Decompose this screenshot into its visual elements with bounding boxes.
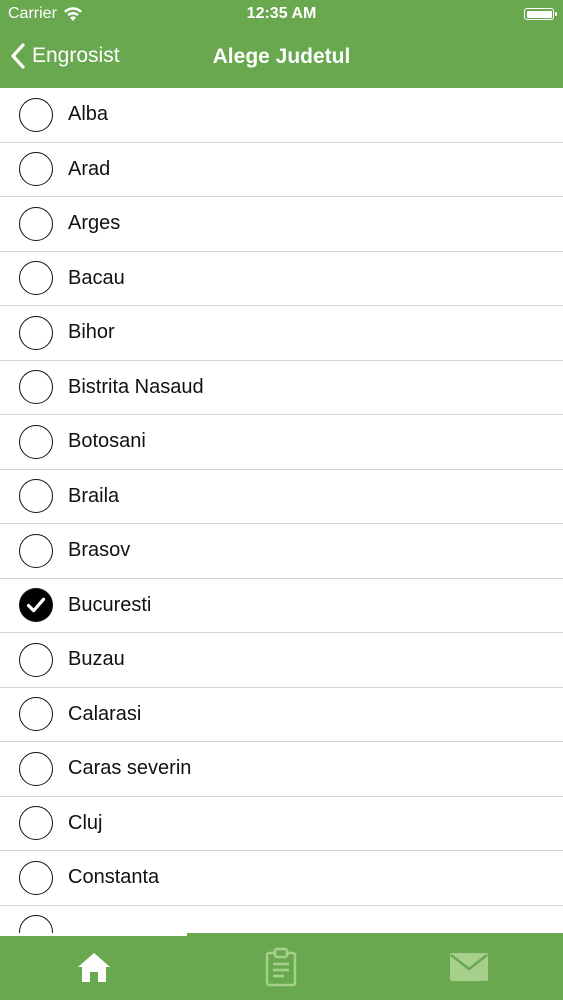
- tab-bar: [0, 933, 563, 1000]
- county-label: Bucuresti: [68, 593, 152, 616]
- radio-unchecked-icon[interactable]: [19, 424, 53, 459]
- county-list[interactable]: Alba Arad Arges Bacau Bihor Bistrita Nasaud Bo…: [0, 88, 563, 933]
- status-time: 12:35 AM: [246, 5, 317, 22]
- clipboard-icon: [266, 947, 297, 986]
- radio-unchecked-icon[interactable]: [19, 806, 53, 841]
- county-label: Calarasi: [68, 702, 142, 725]
- county-label: Bacau: [68, 266, 125, 289]
- radio-unchecked-icon[interactable]: [19, 915, 53, 933]
- radio-unchecked-icon[interactable]: [19, 533, 53, 568]
- county-row[interactable]: Bacau: [0, 252, 563, 306]
- county-row[interactable]: Bucuresti: [0, 579, 563, 633]
- county-row[interactable]: Arges: [0, 197, 563, 252]
- county-row[interactable]: Caras severin: [0, 742, 563, 797]
- tab-mail[interactable]: [375, 933, 563, 1000]
- county-row[interactable]: Constanta: [0, 851, 563, 906]
- radio-unchecked-icon[interactable]: [19, 315, 53, 350]
- county-row[interactable]: [0, 906, 563, 933]
- county-row[interactable]: Bistrita Nasaud: [0, 361, 563, 415]
- radio-unchecked-icon[interactable]: [19, 860, 53, 895]
- county-label: Braila: [68, 484, 120, 507]
- radio-unchecked-icon[interactable]: [19, 261, 53, 296]
- radio-unchecked-icon[interactable]: [19, 152, 53, 187]
- county-row[interactable]: Brasov: [0, 524, 563, 579]
- radio-unchecked-icon[interactable]: [19, 697, 53, 732]
- radio-unchecked-icon[interactable]: [19, 97, 53, 132]
- county-row[interactable]: Braila: [0, 470, 563, 524]
- county-row[interactable]: Calarasi: [0, 688, 563, 742]
- county-label: Arges: [68, 212, 121, 235]
- county-label: Arad: [68, 157, 111, 180]
- county-row[interactable]: Arad: [0, 143, 563, 197]
- home-icon: [77, 952, 110, 982]
- radio-unchecked-icon[interactable]: [19, 642, 53, 677]
- radio-unchecked-icon[interactable]: [19, 206, 53, 241]
- county-label: Bistrita Nasaud: [68, 375, 204, 398]
- radio-unchecked-icon[interactable]: [19, 751, 53, 786]
- back-button-label: Engrosist: [32, 44, 120, 67]
- county-label: Bihor: [68, 321, 115, 344]
- tab-home[interactable]: [0, 933, 188, 1000]
- county-row[interactable]: Bihor: [0, 306, 563, 361]
- back-button[interactable]: Engrosist: [10, 43, 120, 69]
- navigation-bar: Engrosist Alege Judetul: [0, 30, 563, 87]
- county-label: Buzau: [68, 648, 125, 671]
- county-row[interactable]: Cluj: [0, 797, 563, 851]
- county-label: Cluj: [68, 811, 103, 834]
- battery-icon: [524, 8, 557, 20]
- tab-clipboard[interactable]: [188, 933, 376, 1000]
- chevron-left-icon: [11, 43, 25, 69]
- radio-unchecked-icon[interactable]: [19, 370, 53, 405]
- county-label: Caras severin: [68, 757, 192, 780]
- county-label: Alba: [68, 103, 109, 126]
- county-row[interactable]: Buzau: [0, 633, 563, 688]
- county-label: Botosani: [68, 430, 146, 453]
- radio-checked-icon[interactable]: [19, 588, 53, 623]
- status-bar: Carrier 12:35 AM: [0, 0, 563, 30]
- county-row[interactable]: Alba: [0, 88, 563, 143]
- radio-unchecked-icon[interactable]: [19, 479, 53, 514]
- county-label: Brasov: [68, 539, 131, 562]
- county-row[interactable]: Botosani: [0, 415, 563, 470]
- county-label: Constanta: [68, 866, 160, 889]
- mail-icon: [449, 952, 488, 981]
